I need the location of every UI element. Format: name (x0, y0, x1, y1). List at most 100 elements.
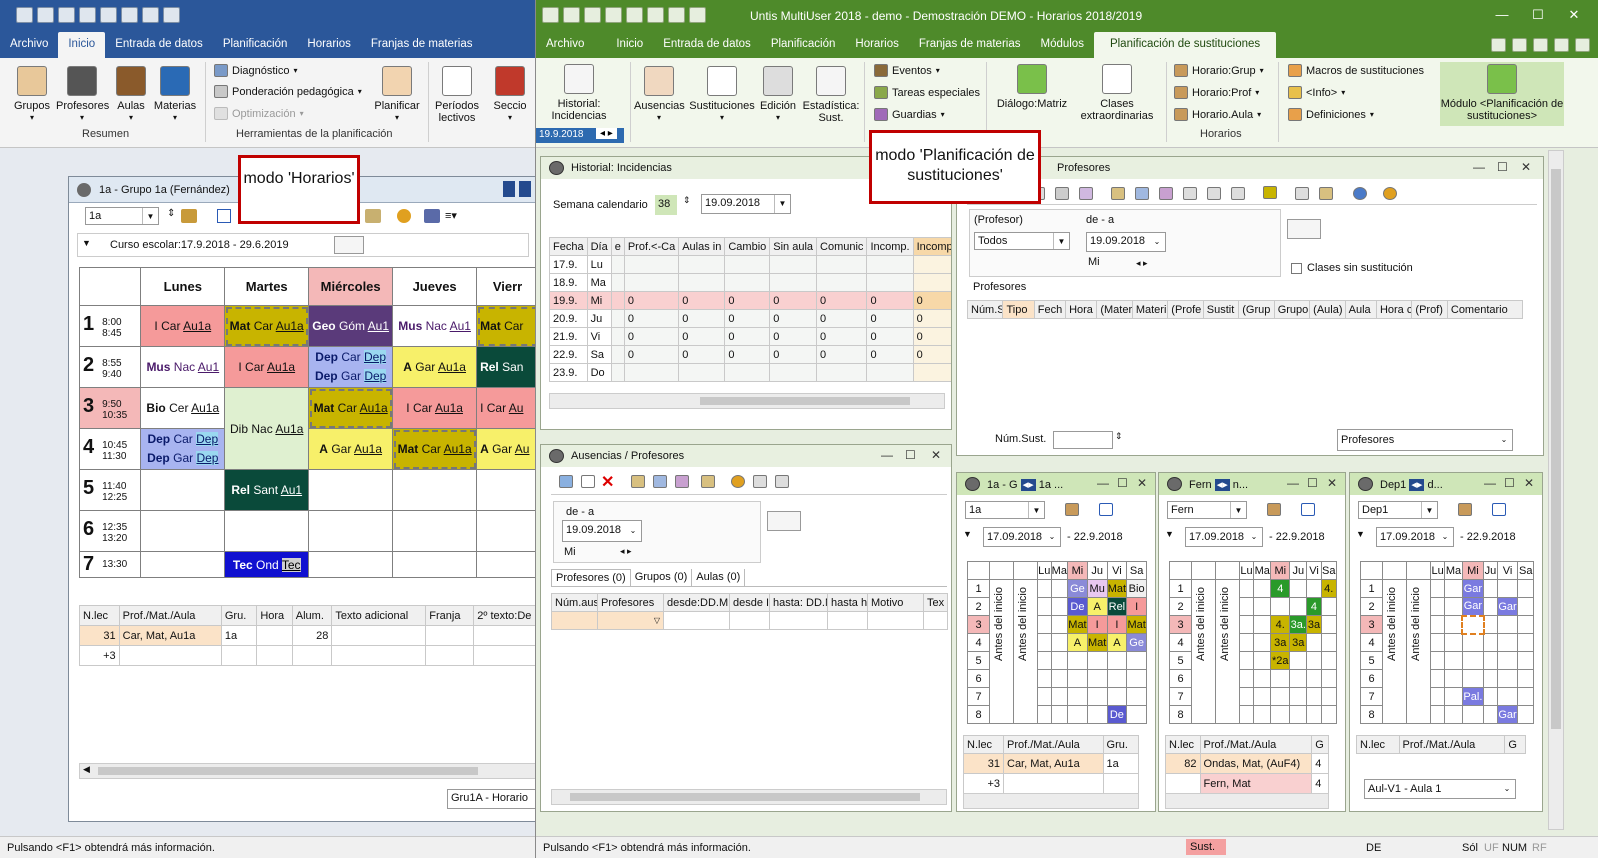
date-navigator[interactable]: 19.9.2018 ◂ ▸ (536, 128, 624, 143)
column-header[interactable]: Prof./Mat./Aula (1199, 735, 1313, 754)
date-field[interactable]: 17.09.2018 ⌄ (1185, 527, 1263, 547)
lesson-cell[interactable]: Tec Ond Tec (224, 551, 310, 578)
empty-cell[interactable] (476, 510, 535, 552)
lesson-cell[interactable] (1444, 669, 1463, 688)
column-header[interactable]: Núm.aus (551, 593, 598, 612)
lesson-cell[interactable]: Mat (1067, 615, 1088, 634)
date-field[interactable]: 19.09.2018 ▼ (701, 194, 791, 214)
toolbar-icon[interactable] (1231, 187, 1245, 200)
lesson-cell[interactable] (1429, 633, 1446, 652)
lesson-cell[interactable]: Bio (1126, 579, 1147, 598)
lesson-cell[interactable]: Bio Cer Au1a (140, 387, 226, 429)
column-header[interactable]: (Mater (1096, 300, 1133, 319)
lesson-cell[interactable] (1050, 597, 1069, 616)
toolbar-icon[interactable] (1207, 187, 1221, 200)
toolbar-icon[interactable] (1079, 187, 1093, 200)
column-header[interactable]: (Prof) (1411, 300, 1448, 319)
lesson-cell[interactable]: Mus Nac Au1 (140, 346, 226, 388)
column-header[interactable]: hasta h (827, 593, 868, 612)
lesson-cell[interactable]: Geo Góm Au1 (308, 305, 394, 347)
lesson-cell[interactable] (1429, 669, 1446, 688)
lesson-cell[interactable] (1444, 687, 1463, 706)
lesson-cell[interactable] (1444, 705, 1463, 724)
lesson-cell[interactable] (1050, 669, 1069, 688)
horizontal-scrollbar[interactable]: ◀ (79, 763, 535, 779)
minimize-icon[interactable]: — (1484, 476, 1496, 490)
materias-button[interactable]: Materias ▾ (152, 66, 198, 124)
maximize-icon[interactable]: ☐ (1524, 7, 1552, 23)
lesson-cell[interactable] (1461, 705, 1485, 724)
spin-icon[interactable]: ⇕ (1115, 431, 1123, 442)
nav-next-icon[interactable] (519, 181, 531, 197)
lesson-cell[interactable] (1238, 597, 1255, 616)
lesson-cell[interactable]: I (1106, 615, 1128, 634)
nav-prev-icon[interactable] (503, 181, 515, 197)
column-header[interactable]: Gru. (220, 605, 258, 626)
macros-button[interactable]: Macros de sustituciones (1288, 64, 1424, 77)
lesson-cell[interactable] (1444, 651, 1463, 670)
window-layout-icon[interactable] (1533, 38, 1548, 52)
lesson-cell[interactable] (1037, 705, 1052, 724)
maximize-icon[interactable]: ☐ (1504, 476, 1515, 490)
lesson-cell[interactable]: Mat Car Au1a (392, 428, 478, 470)
lesson-cell[interactable] (1429, 651, 1446, 670)
column-header[interactable]: Prof./Mat./Aula (1003, 735, 1104, 754)
lesson-cell[interactable] (1086, 651, 1108, 670)
lesson-cell[interactable] (1429, 579, 1446, 598)
grupos-button[interactable]: Grupos ▾ (10, 66, 54, 124)
print-icon[interactable] (79, 7, 96, 23)
element-select[interactable]: 1a ▼ (965, 501, 1045, 519)
lesson-cell[interactable] (1320, 615, 1338, 634)
lesson-cell[interactable] (1289, 705, 1308, 724)
lesson-cell[interactable] (1517, 597, 1534, 616)
tab-entrada-datos[interactable]: Entrada de datos (653, 32, 761, 58)
gear-icon[interactable] (1383, 187, 1397, 200)
gear-icon[interactable] (731, 475, 745, 488)
lesson-cell[interactable] (1238, 705, 1255, 724)
lesson-cell[interactable]: A Gar Au (476, 428, 535, 470)
globe-icon[interactable] (1353, 187, 1367, 200)
lesson-cell[interactable]: 3a (1289, 633, 1308, 652)
lesson-cell[interactable]: 4. (1320, 579, 1338, 598)
lesson-cell[interactable]: 3a (1306, 615, 1322, 634)
undo-icon[interactable] (584, 7, 601, 23)
element-select[interactable]: Fern ▼ (1167, 501, 1247, 519)
horario-prof-button[interactable]: Horario:Prof ▾ (1174, 86, 1259, 99)
filter-icon[interactable] (1111, 187, 1125, 200)
lesson-cell[interactable] (1444, 597, 1463, 616)
lesson-cell[interactable] (1106, 669, 1128, 688)
toolbar-icon[interactable] (1055, 187, 1069, 200)
empty-cell[interactable] (392, 510, 478, 552)
date-arrows-icon[interactable]: ◂ ▸ (620, 546, 632, 557)
lesson-cell[interactable] (1289, 687, 1308, 706)
date-field[interactable]: 19.09.2018 ⌄ (562, 520, 642, 542)
close-icon[interactable]: ✕ (1521, 160, 1531, 174)
info-button[interactable]: <Info> ▾ (1288, 86, 1345, 99)
column-header[interactable]: N.lec (963, 735, 1004, 754)
clases-sin-checkbox[interactable] (1291, 263, 1302, 274)
nav-arrows-icon[interactable]: ◂▸ (1020, 479, 1036, 491)
column-header[interactable]: Franja (425, 605, 475, 626)
lesson-cell[interactable] (1483, 687, 1498, 706)
empty-cell[interactable] (392, 551, 478, 578)
minimize-icon[interactable]: — (881, 448, 893, 462)
lesson-cell[interactable] (1126, 687, 1147, 706)
lesson-cell[interactable] (1461, 633, 1485, 652)
column-header[interactable]: Gru. (1102, 735, 1140, 754)
lesson-cell[interactable] (1050, 579, 1069, 598)
undo-icon[interactable] (58, 7, 75, 23)
room-select[interactable]: Aul-V1 - Aula 1 ⌄ (1364, 779, 1516, 799)
tab-inicio[interactable]: Inicio (594, 32, 653, 58)
lesson-cell[interactable]: *2a (1270, 651, 1291, 670)
settings-icon[interactable] (1319, 187, 1333, 200)
semana-value[interactable]: 38 (655, 195, 677, 215)
chevron-down-icon[interactable]: ▼ (963, 529, 972, 539)
column-header[interactable]: Comentario (1446, 300, 1524, 319)
lesson-cell[interactable] (1067, 651, 1088, 670)
lesson-cell[interactable] (1289, 579, 1308, 598)
lesson-cell[interactable] (1306, 687, 1322, 706)
maximize-icon[interactable]: ☐ (1497, 160, 1508, 174)
lesson-cell[interactable] (1037, 597, 1052, 616)
lesson-cell[interactable]: Mus Nac Au1 (392, 305, 478, 347)
optimizacion-button[interactable]: Optimización ▾ (214, 107, 304, 120)
